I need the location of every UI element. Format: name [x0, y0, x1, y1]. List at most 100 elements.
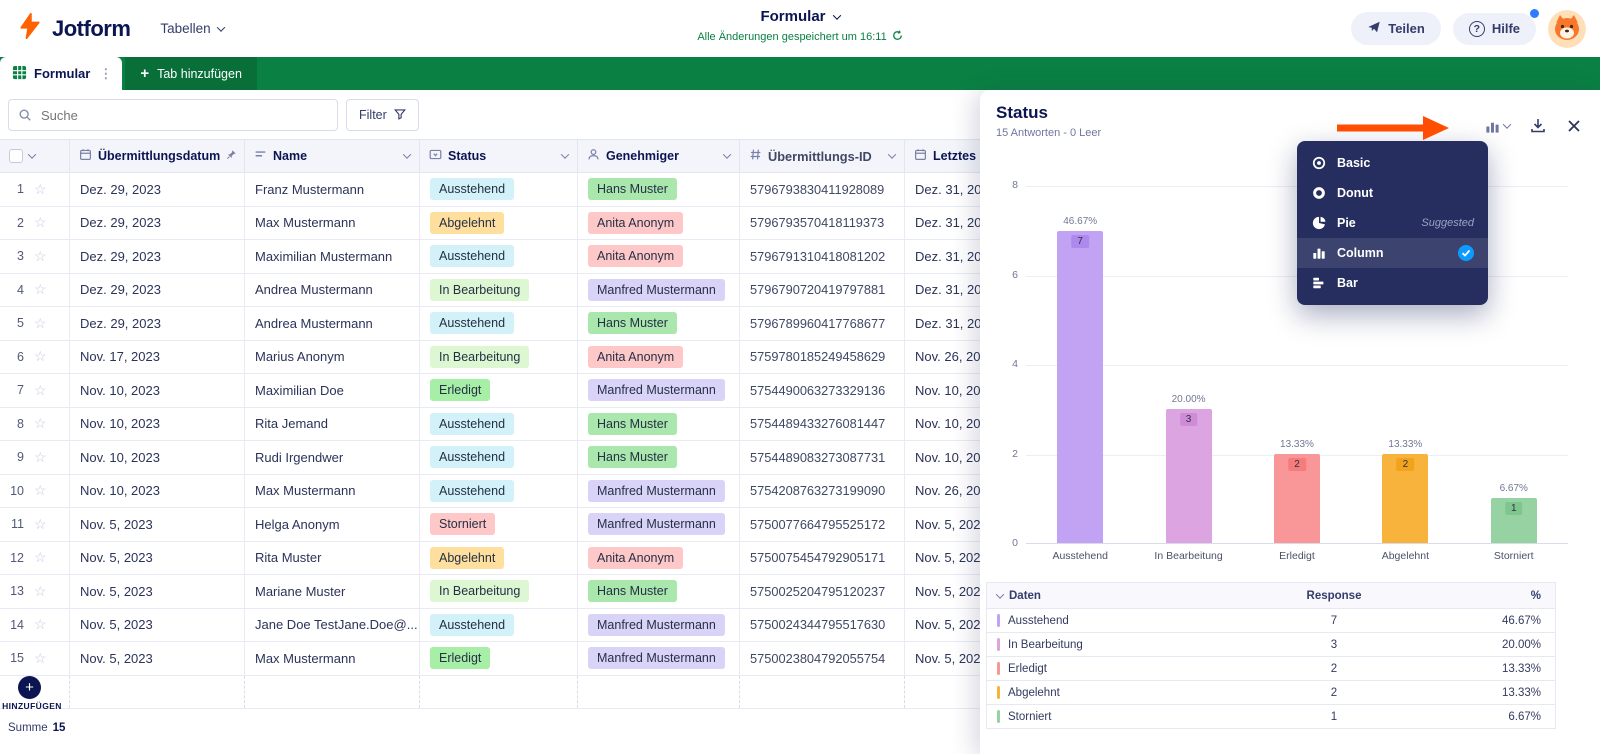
jotform-logo[interactable]: Jotform	[0, 11, 130, 46]
cell-submission-date[interactable]: Dez. 29, 2023	[70, 240, 245, 273]
cell-submission-date[interactable]: Nov. 5, 2023	[70, 642, 245, 675]
cell-status[interactable]: Ausstehend	[420, 475, 578, 508]
star-icon[interactable]: ☆	[34, 281, 47, 298]
chart-type-option[interactable]: Basic	[1297, 148, 1488, 178]
cell-name[interactable]: Rita Jemand	[245, 408, 420, 441]
column-header-submission-id[interactable]: Übermittlungs-ID	[740, 140, 905, 172]
cell-status[interactable]: Abgelehnt	[420, 542, 578, 575]
cell-approver[interactable]: Manfred Mustermann	[578, 609, 740, 642]
chevron-down-icon[interactable]	[996, 590, 1004, 598]
star-icon[interactable]: ☆	[34, 248, 47, 265]
cell-approver[interactable]: Anita Anonym	[578, 207, 740, 240]
cell-submission-id[interactable]: 5754489083273087731	[740, 441, 905, 474]
star-icon[interactable]: ☆	[34, 181, 47, 198]
cell-approver[interactable]: Hans Muster	[578, 307, 740, 340]
cell-approver[interactable]: Manfred Mustermann	[578, 642, 740, 675]
cell-submission-date[interactable]: Dez. 29, 2023	[70, 307, 245, 340]
cell-name[interactable]: Max Mustermann	[245, 642, 420, 675]
cell-submission-id[interactable]: 5796790720419797881	[740, 274, 905, 307]
cell-status[interactable]: Ausstehend	[420, 173, 578, 206]
add-row-button[interactable]: +	[18, 676, 41, 699]
add-tab-button[interactable]: + Tab hinzufügen	[125, 57, 257, 90]
chevron-down-icon[interactable]	[832, 11, 840, 19]
star-icon[interactable]: ☆	[34, 650, 47, 667]
star-icon[interactable]: ☆	[34, 214, 47, 231]
cell-name[interactable]: Maximilian Doe	[245, 374, 420, 407]
tables-menu[interactable]: Tabellen	[160, 21, 223, 36]
star-icon[interactable]: ☆	[34, 549, 47, 566]
chart-type-button[interactable]	[1485, 119, 1510, 134]
cell-submission-date[interactable]: Nov. 10, 2023	[70, 441, 245, 474]
star-icon[interactable]: ☆	[34, 516, 47, 533]
cell-status[interactable]: Abgelehnt	[420, 207, 578, 240]
cell-name[interactable]: Rudi Irgendwer	[245, 441, 420, 474]
star-icon[interactable]: ☆	[34, 415, 47, 432]
chart-type-option[interactable]: Donut	[1297, 178, 1488, 208]
cell-submission-id[interactable]: 5750077664795525172	[740, 508, 905, 541]
chevron-down-icon[interactable]	[888, 150, 896, 158]
star-icon[interactable]: ☆	[34, 482, 47, 499]
tab-formular[interactable]: Formular ⋮	[0, 57, 122, 90]
cell-name[interactable]: Max Mustermann	[245, 207, 420, 240]
cell-status[interactable]: Ausstehend	[420, 441, 578, 474]
chart-type-option[interactable]: Column	[1297, 238, 1488, 268]
column-header-status[interactable]: Status	[420, 140, 578, 172]
cell-approver[interactable]: Hans Muster	[578, 441, 740, 474]
cell-submission-id[interactable]: 5796789960417768677	[740, 307, 905, 340]
chevron-down-icon[interactable]	[561, 150, 569, 158]
cell-name[interactable]: Maximilian Mustermann	[245, 240, 420, 273]
cell-submission-id[interactable]: 5759780185249458629	[740, 341, 905, 374]
cell-status[interactable]: Erledigt	[420, 374, 578, 407]
cell-name[interactable]: Rita Muster	[245, 542, 420, 575]
cell-name[interactable]: Max Mustermann	[245, 475, 420, 508]
download-button[interactable]	[1530, 118, 1546, 134]
chart-type-option[interactable]: Bar	[1297, 268, 1488, 298]
tab-options-icon[interactable]: ⋮	[99, 66, 112, 82]
cell-submission-date[interactable]: Nov. 5, 2023	[70, 508, 245, 541]
chart-type-option[interactable]: Pie Suggested	[1297, 208, 1488, 238]
user-avatar[interactable]	[1548, 10, 1586, 48]
cell-submission-id[interactable]: 5750075454792905171	[740, 542, 905, 575]
select-all-checkbox[interactable]	[9, 149, 23, 163]
cell-approver[interactable]: Hans Muster	[578, 408, 740, 441]
cell-submission-id[interactable]: 5754208763273199090	[740, 475, 905, 508]
cell-status[interactable]: Erledigt	[420, 642, 578, 675]
cell-name[interactable]: Jane Doe TestJane.Doe@...	[245, 609, 420, 642]
cell-name[interactable]: Mariane Muster	[245, 575, 420, 608]
star-icon[interactable]: ☆	[34, 348, 47, 365]
cell-approver[interactable]: Manfred Mustermann	[578, 508, 740, 541]
cell-submission-date[interactable]: Nov. 10, 2023	[70, 374, 245, 407]
column-header-submission-date[interactable]: Übermittlungsdatum	[70, 140, 245, 172]
cell-status[interactable]: Ausstehend	[420, 408, 578, 441]
chevron-down-icon[interactable]	[403, 150, 411, 158]
cell-submission-date[interactable]: Dez. 29, 2023	[70, 274, 245, 307]
cell-submission-id[interactable]: 5796793830411928089	[740, 173, 905, 206]
cell-submission-date[interactable]: Nov. 10, 2023	[70, 475, 245, 508]
cell-approver[interactable]: Anita Anonym	[578, 341, 740, 374]
star-icon[interactable]: ☆	[34, 449, 47, 466]
cell-status[interactable]: In Bearbeitung	[420, 274, 578, 307]
cell-status[interactable]: Ausstehend	[420, 240, 578, 273]
cell-submission-date[interactable]: Nov. 17, 2023	[70, 341, 245, 374]
search-input[interactable]	[8, 99, 338, 131]
filter-button[interactable]: Filter	[346, 99, 419, 131]
share-button[interactable]: Teilen	[1351, 12, 1441, 45]
star-icon[interactable]: ☆	[34, 616, 47, 633]
cell-approver[interactable]: Hans Muster	[578, 575, 740, 608]
cell-approver[interactable]: Anita Anonym	[578, 542, 740, 575]
cell-submission-date[interactable]: Nov. 5, 2023	[70, 575, 245, 608]
column-header-approver[interactable]: Genehmiger	[578, 140, 740, 172]
cell-name[interactable]: Marius Anonym	[245, 341, 420, 374]
chevron-down-icon[interactable]	[723, 150, 731, 158]
cell-name[interactable]: Andrea Mustermann	[245, 274, 420, 307]
column-header-name[interactable]: Name	[245, 140, 420, 172]
cell-name[interactable]: Helga Anonym	[245, 508, 420, 541]
cell-submission-id[interactable]: 5754489433276081447	[740, 408, 905, 441]
cell-submission-id[interactable]: 5754490063273329136	[740, 374, 905, 407]
cell-approver[interactable]: Manfred Mustermann	[578, 475, 740, 508]
chevron-down-icon[interactable]	[28, 150, 36, 158]
page-title[interactable]: Formular	[760, 8, 825, 25]
cell-status[interactable]: Storniert	[420, 508, 578, 541]
cell-name[interactable]: Franz Mustermann	[245, 173, 420, 206]
cell-status[interactable]: In Bearbeitung	[420, 341, 578, 374]
